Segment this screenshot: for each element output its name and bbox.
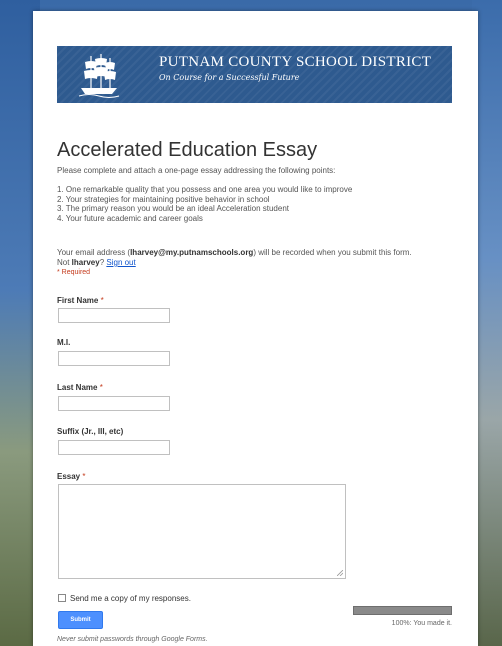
mi-label: M.I. <box>57 338 71 347</box>
required-note: * Required <box>57 269 91 276</box>
submit-button[interactable]: Submit <box>58 611 103 629</box>
essay-label-text: Essay <box>57 472 81 481</box>
not-user-prefix: Not <box>57 258 72 267</box>
password-warning: Never submit passwords through Google Fo… <box>57 636 208 643</box>
progress-bar <box>353 606 452 615</box>
essay-points: 1. One remarkable quality that you posse… <box>57 185 352 223</box>
progress-fill <box>354 607 451 614</box>
required-asterisk: * <box>98 296 104 305</box>
send-copy-label: Send me a copy of my responses. <box>70 594 191 603</box>
list-item: 4. Your future academic and career goals <box>57 213 203 223</box>
essay-label: Essay * <box>57 472 85 481</box>
suffix-label: Suffix (Jr., III, etc) <box>57 427 124 436</box>
last-name-input[interactable] <box>58 396 170 411</box>
sign-out-link[interactable]: Sign out <box>106 258 135 267</box>
email-notice: Your email address (lharvey@my.putnamsch… <box>57 248 457 268</box>
required-asterisk: * <box>80 472 86 481</box>
last-name-label: Last Name * <box>57 383 103 392</box>
district-banner: PUTNAM COUNTY SCHOOL DISTRICT On Course … <box>57 46 452 103</box>
send-copy-checkbox[interactable] <box>58 594 66 602</box>
essay-textarea[interactable] <box>58 484 346 579</box>
form-sheet: PUTNAM COUNTY SCHOOL DISTRICT On Course … <box>33 11 478 646</box>
mi-input[interactable] <box>58 351 170 366</box>
form-title: Accelerated Education Essay <box>57 139 318 161</box>
form-description: Please complete and attach a one-page es… <box>57 166 336 175</box>
username: lharvey <box>71 258 100 267</box>
first-name-input[interactable] <box>58 308 170 323</box>
email-address: lharvey@my.putnamschools.org <box>130 248 254 257</box>
first-name-label-text: First Name <box>57 296 99 305</box>
last-name-label-text: Last Name <box>57 383 98 392</box>
progress-text: 100%: You made it. <box>391 620 452 627</box>
list-item: 2. Your strategies for maintaining posit… <box>57 194 270 204</box>
email-suffix: ) will be recorded when you submit this … <box>253 248 412 257</box>
resize-handle-icon[interactable] <box>337 570 343 576</box>
district-name: PUTNAM COUNTY SCHOOL DISTRICT <box>159 54 432 70</box>
list-item: 1. One remarkable quality that you posse… <box>57 185 353 194</box>
district-tagline: On Course for a Successful Future <box>159 73 300 82</box>
list-item: 3. The primary reason you would be an id… <box>57 204 289 213</box>
suffix-input[interactable] <box>58 440 170 455</box>
ship-icon <box>78 54 120 98</box>
required-asterisk: * <box>97 383 103 392</box>
email-prefix: Your email address ( <box>57 248 131 257</box>
first-name-label: First Name * <box>57 296 104 305</box>
